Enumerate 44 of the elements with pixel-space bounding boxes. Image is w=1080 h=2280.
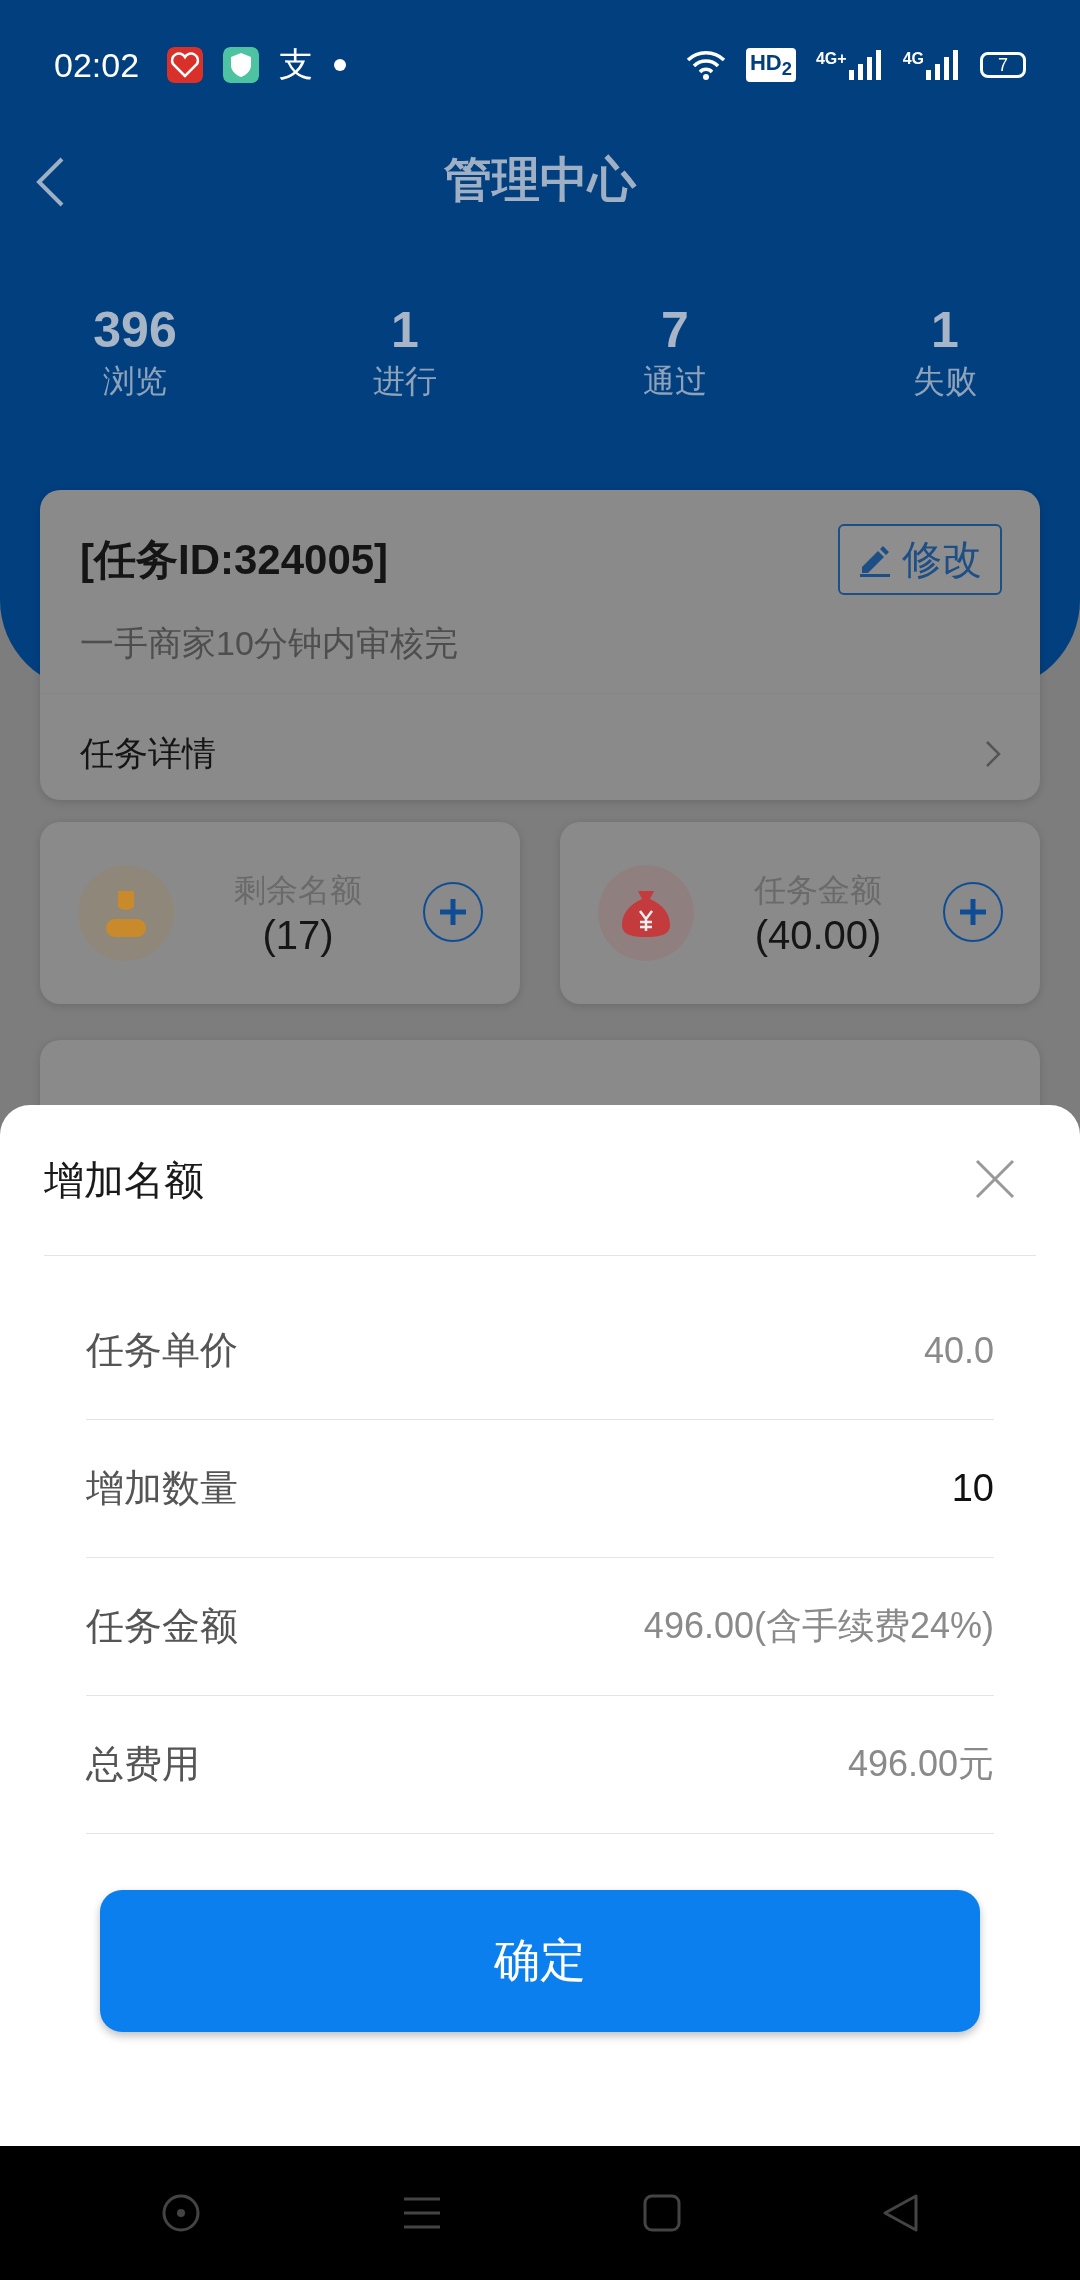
hd-voice-badge: HD$_{2}$ <box>746 47 796 83</box>
quota-value: (40.00) <box>754 912 882 958</box>
stat-value: 1 <box>931 301 959 360</box>
row-value: 496.00元 <box>847 1742 994 1786</box>
signal-icon <box>848 50 883 80</box>
pay-app-icon: 支 <box>279 42 314 88</box>
chevron-right-icon <box>984 739 1002 769</box>
home-icon[interactable] <box>642 2194 681 2232</box>
battery-icon: 7 <box>980 52 1026 78</box>
wifi-icon <box>686 49 726 81</box>
row-label: 任务金额 <box>86 1604 238 1649</box>
person-icon <box>78 865 174 961</box>
stat-label: 进行 <box>373 362 437 401</box>
row-label: 总费用 <box>86 1742 200 1787</box>
network-type-label: 4G <box>902 50 924 68</box>
task-details-link[interactable]: 任务详情 <box>80 731 216 777</box>
stat-value: 1 <box>391 301 419 360</box>
page-title: 管理中心 <box>444 152 636 208</box>
row-label: 任务单价 <box>86 1328 238 1373</box>
back-triangle-icon[interactable] <box>881 2193 920 2233</box>
stat-label: 通过 <box>643 362 707 401</box>
stat-label: 失败 <box>913 362 977 401</box>
quota-value: (17) <box>262 912 334 958</box>
notification-dot-icon <box>333 58 348 72</box>
signal-icon <box>926 50 960 80</box>
network-type-label: 4G+ <box>815 50 847 68</box>
money-bag-icon <box>598 865 694 961</box>
task-id: [任务ID:324005] <box>80 534 389 585</box>
sheet-title: 增加名额 <box>44 1156 204 1204</box>
menu-icon[interactable] <box>401 2196 442 2230</box>
confirm-button[interactable]: 确定 <box>100 1890 980 2032</box>
back-icon[interactable] <box>34 156 66 208</box>
row-label: 增加数量 <box>86 1466 238 1511</box>
heart-app-icon <box>167 47 204 83</box>
shield-app-icon <box>223 47 260 83</box>
stat-value: 7 <box>661 301 689 360</box>
status-time: 02:02 <box>54 45 140 85</box>
circle-dot-icon[interactable] <box>160 2193 201 2233</box>
stat-label: 浏览 <box>103 362 167 401</box>
task-description: 一手商家10分钟内审核完 <box>79 623 459 664</box>
row-value: 496.00(含手续费24%) <box>643 1604 994 1648</box>
quantity-input[interactable]: 10 <box>694 1467 994 1510</box>
row-value: 40.0 <box>923 1329 994 1372</box>
stat-value: 396 <box>93 301 177 360</box>
